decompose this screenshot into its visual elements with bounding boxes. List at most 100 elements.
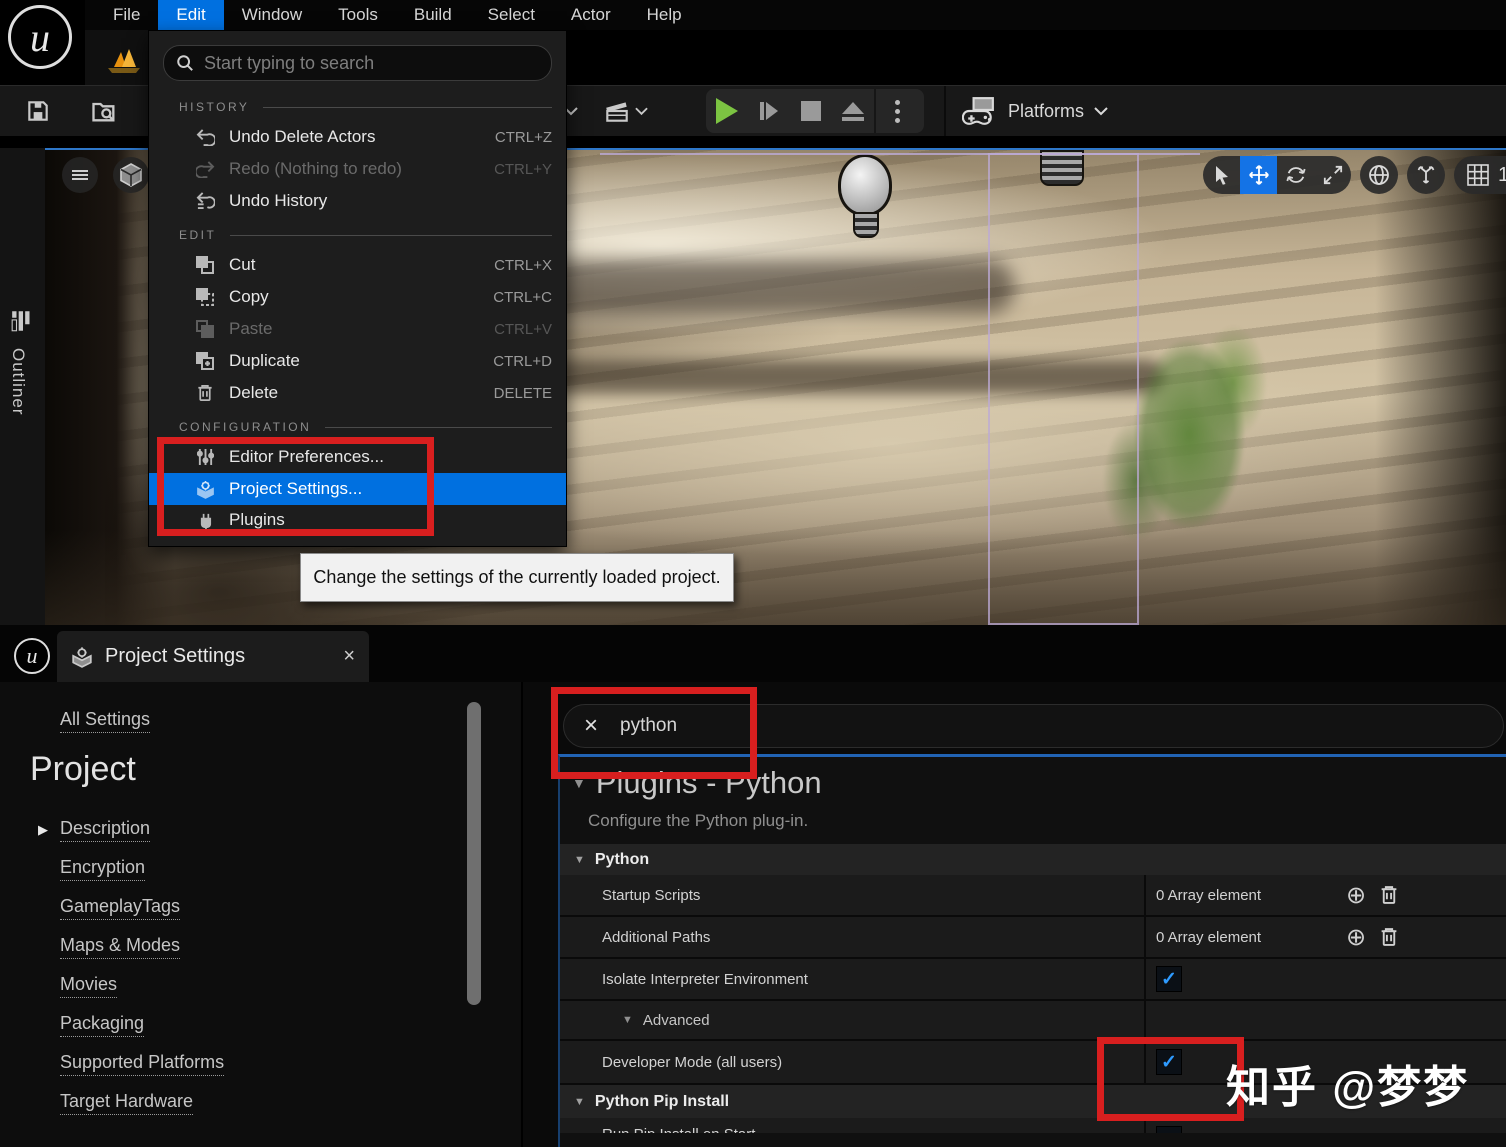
rotate-tool-button[interactable] — [1277, 156, 1314, 194]
setting-row-isolate-interpreter: Isolate Interpreter Environment ✓ — [560, 959, 1506, 1001]
select-tool-button[interactable] — [1203, 156, 1240, 194]
platforms-button[interactable]: Platforms — [962, 86, 1108, 136]
sidebar-item-gameplaytags[interactable]: GameplayTags — [60, 888, 224, 927]
cursor-icon — [1215, 166, 1228, 185]
grid-snap-value: 10 — [1498, 163, 1506, 186]
menu-item-delete[interactable]: Delete DELETE — [149, 377, 566, 409]
setting-row-partial: Run Pip Install on Start — [560, 1118, 1506, 1133]
tab-title: Project Settings — [105, 645, 246, 667]
section-header-history: HISTORY — [149, 89, 566, 121]
save-icon — [25, 98, 51, 124]
clear-array-icon[interactable] — [1380, 885, 1398, 905]
add-element-icon[interactable]: ⊕ — [1346, 923, 1366, 952]
menu-item-copy[interactable]: Copy CTRL+C — [149, 281, 566, 313]
globe-icon — [1369, 165, 1389, 185]
lightbulb-sprite[interactable] — [838, 154, 892, 216]
array-count: 0 Array element — [1156, 886, 1262, 904]
paste-icon — [193, 320, 217, 338]
menu-edit[interactable]: Edit — [158, 0, 224, 30]
viewport-menu-button[interactable] — [62, 157, 98, 193]
surface-snap-button[interactable] — [1407, 156, 1445, 194]
undo-icon — [193, 128, 217, 146]
lightbulb-base — [853, 212, 879, 238]
app-logo-block: u — [0, 0, 85, 85]
sidebar-scrollbar[interactable] — [467, 702, 481, 1005]
copy-icon — [193, 288, 217, 306]
menu-item-undo[interactable]: Undo Delete Actors CTRL+Z — [149, 121, 566, 153]
menu-bar: File Edit Window Tools Build Select Acto… — [0, 0, 1506, 30]
menu-build[interactable]: Build — [396, 0, 470, 30]
setting-subheader-advanced[interactable]: ▼ Advanced — [560, 1001, 1506, 1041]
kebab-menu-icon — [894, 99, 900, 123]
play-button[interactable] — [706, 89, 748, 133]
sidebar-item-encryption[interactable]: Encryption — [60, 849, 224, 888]
tab-close-icon[interactable]: × — [343, 645, 355, 668]
cinematics-button[interactable] — [598, 93, 652, 129]
unreal-logo: u — [8, 5, 72, 69]
world-space-button[interactable] — [1360, 156, 1398, 194]
setting-row-startup-scripts: Startup Scripts 0 Array element ⊕ — [560, 875, 1506, 917]
save-button[interactable] — [20, 93, 56, 129]
sidebar-item-maps-modes[interactable]: Maps & Modes — [60, 927, 224, 966]
array-count: 0 Array element — [1156, 928, 1262, 946]
rotate-icon — [1285, 167, 1306, 183]
menu-item-duplicate[interactable]: Duplicate CTRL+D — [149, 345, 566, 377]
section-header-edit: EDIT — [149, 217, 566, 249]
sidebar-tab-outliner[interactable]: Outliner — [8, 348, 28, 416]
sidebar-item-description[interactable]: ▶ Description — [38, 810, 224, 849]
actor-selection-box — [988, 153, 1139, 625]
menu-item-paste[interactable]: Paste CTRL+V — [149, 313, 566, 345]
category-python[interactable]: ▼ Python — [560, 844, 1506, 875]
clapperboard-icon — [603, 98, 631, 124]
menu-item-redo[interactable]: Redo (Nothing to redo) CTRL+Y — [149, 153, 566, 185]
sidebar-item-all-settings[interactable]: All Settings — [60, 709, 151, 733]
isolate-interpreter-checkbox[interactable]: ✓ — [1156, 966, 1182, 992]
partial-checkbox[interactable] — [1156, 1126, 1182, 1133]
menu-window[interactable]: Window — [224, 0, 320, 30]
stop-icon — [801, 101, 821, 121]
search-icon — [176, 54, 194, 72]
platforms-label: Platforms — [1008, 100, 1085, 121]
level-tab-icon[interactable] — [106, 44, 142, 74]
gamepad-icon — [962, 96, 998, 126]
scale-tool-button[interactable] — [1314, 156, 1351, 194]
tab-project-settings[interactable]: Project Settings × — [57, 631, 369, 682]
frame-skip-icon — [757, 99, 781, 123]
sidebar-item-target-hardware[interactable]: Target Hardware — [60, 1083, 224, 1122]
eject-icon — [842, 101, 864, 121]
stop-button[interactable] — [790, 89, 832, 133]
cut-icon — [193, 256, 217, 274]
unreal-logo-small: u — [14, 638, 50, 674]
browse-content-button[interactable] — [86, 93, 122, 129]
play-icon — [716, 98, 738, 124]
highlight-developer-mode — [1097, 1037, 1244, 1121]
scale-icon — [1323, 165, 1342, 185]
sidebar-item-supported-platforms[interactable]: Supported Platforms — [60, 1044, 225, 1083]
sidebar-item-packaging[interactable]: Packaging — [60, 1005, 224, 1044]
play-options-button[interactable] — [874, 89, 918, 133]
clear-array-icon[interactable] — [1380, 927, 1398, 947]
menu-file[interactable]: File — [95, 0, 158, 30]
sidebar-section-project: Project — [30, 750, 136, 788]
add-element-icon[interactable]: ⊕ — [1346, 881, 1366, 910]
transform-toolbar: 10 — [1203, 156, 1506, 194]
viewport-perspective-button[interactable] — [113, 157, 149, 193]
grid-icon — [1467, 164, 1489, 186]
menu-tools[interactable]: Tools — [320, 0, 396, 30]
menu-help[interactable]: Help — [629, 0, 700, 30]
expand-arrow-icon[interactable]: ▶ — [38, 822, 48, 838]
menu-actor[interactable]: Actor — [553, 0, 629, 30]
sidebar-item-movies[interactable]: Movies — [60, 966, 224, 1005]
grid-snap-button[interactable]: 10 — [1454, 156, 1506, 194]
cube-icon — [120, 163, 142, 187]
hamburger-icon — [72, 168, 88, 182]
menu-item-undo-history[interactable]: Undo History — [149, 185, 566, 217]
frame-skip-button[interactable] — [748, 89, 790, 133]
menu-search-input[interactable]: Start typing to search — [163, 45, 552, 81]
menu-select[interactable]: Select — [470, 0, 553, 30]
highlight-search-python — [551, 687, 757, 779]
menu-item-cut[interactable]: Cut CTRL+X — [149, 249, 566, 281]
project-settings-tab-icon — [71, 646, 93, 668]
eject-button[interactable] — [832, 89, 874, 133]
move-tool-button[interactable] — [1240, 156, 1277, 194]
